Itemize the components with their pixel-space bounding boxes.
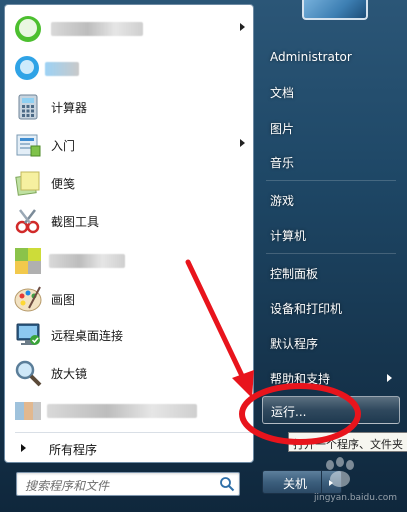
app-icon (15, 402, 41, 420)
program-label: 入门 (51, 139, 76, 153)
right-item-control-panel[interactable]: 控制面板 (262, 260, 402, 286)
blurred-label (45, 62, 79, 76)
submenu-arrow-icon (387, 374, 392, 382)
right-item-label: 默认程序 (270, 337, 319, 351)
right-item-label: 图片 (270, 122, 295, 136)
user-name: Administrator (270, 50, 352, 64)
search-input[interactable]: 搜索程序和文件 (16, 472, 240, 496)
app-icon (15, 56, 39, 80)
program-item-snipping-tool[interactable]: 截图工具 (9, 203, 251, 239)
watermark: jingyan.baidu.com (300, 455, 407, 512)
right-item-games[interactable]: 游戏 (262, 187, 402, 213)
user-picture[interactable] (302, 0, 368, 20)
right-item-label: 音乐 (270, 156, 295, 170)
right-item-label: 设备和打印机 (270, 302, 343, 316)
right-item-label: 帮助和支持 (270, 372, 331, 386)
search-placeholder: 搜索程序和文件 (25, 479, 110, 493)
watermark-text: jingyan.baidu.com (314, 493, 398, 503)
program-item-sticky-notes[interactable]: 便笺 (9, 165, 251, 201)
start-menu: 计算器 入门 便笺 截图工具 画图 远程桌面连接 放大镜 所有程序 搜索程序和文… (0, 0, 407, 512)
right-item-label: 文档 (270, 86, 295, 100)
right-item-default-programs[interactable]: 默认程序 (262, 330, 402, 356)
program-item-blurred-2[interactable] (9, 51, 251, 87)
program-item-calculator[interactable]: 计算器 (9, 89, 251, 125)
program-label: 画图 (51, 293, 76, 307)
program-item-paint[interactable]: 画图 (9, 281, 251, 317)
program-label: 放大镜 (51, 367, 88, 381)
program-label: 便笺 (51, 177, 76, 191)
divider (266, 180, 396, 181)
program-item-blurred-1[interactable] (9, 11, 251, 47)
program-item-remote-desktop[interactable]: 远程桌面连接 (9, 317, 251, 353)
app-icon (15, 16, 41, 42)
calculator-icon (18, 94, 38, 120)
program-item-blurred-3[interactable] (9, 243, 251, 279)
baidu-paw-icon (326, 457, 354, 487)
right-item-label: 计算机 (270, 229, 307, 243)
all-programs-item[interactable]: 所有程序 (9, 436, 251, 460)
program-item-getting-started[interactable]: 入门 (9, 127, 251, 163)
getting-started-icon (16, 134, 41, 157)
program-item-magnifier[interactable]: 放大镜 (9, 355, 251, 391)
right-item-pictures[interactable]: 图片 (262, 115, 402, 141)
divider (266, 253, 396, 254)
program-item-blurred-4[interactable] (9, 393, 251, 429)
magnifier-icon (15, 360, 42, 387)
program-label: 截图工具 (51, 215, 100, 229)
right-item-help-support[interactable]: 帮助和支持 (262, 365, 402, 391)
search-icon[interactable] (219, 476, 235, 492)
tooltip-text: 打开一个程序、文件夹 (293, 438, 403, 451)
run-tooltip: 打开一个程序、文件夹 (288, 432, 407, 452)
right-item-devices-printers[interactable]: 设备和打印机 (262, 295, 402, 321)
blurred-label (51, 22, 143, 36)
blurred-label (49, 254, 125, 268)
right-item-label: 游戏 (270, 194, 295, 208)
right-item-music[interactable]: 音乐 (262, 149, 402, 175)
right-item-documents[interactable]: 文档 (262, 79, 402, 105)
app-icon (15, 248, 41, 274)
program-label: 计算器 (51, 101, 88, 115)
right-item-label: 控制面板 (270, 267, 319, 281)
remote-desktop-icon (16, 323, 40, 345)
sticky-notes-icon (15, 171, 40, 196)
right-item-computer[interactable]: 计算机 (262, 222, 402, 248)
run-label: 运行... (271, 405, 307, 419)
submenu-arrow-icon (240, 23, 245, 31)
blurred-label (47, 404, 197, 418)
program-label: 远程桌面连接 (51, 329, 124, 343)
programs-pane: 计算器 入门 便笺 截图工具 画图 远程桌面连接 放大镜 所有程序 (4, 4, 254, 463)
paint-palette-icon (14, 286, 42, 312)
divider (15, 432, 251, 433)
expand-arrow-icon (21, 444, 26, 452)
right-item-user[interactable]: Administrator (262, 45, 402, 71)
run-item[interactable]: 运行... (262, 396, 400, 424)
all-programs-label: 所有程序 (49, 443, 98, 457)
submenu-arrow-icon (240, 139, 245, 147)
snipping-tool-icon (15, 209, 40, 234)
